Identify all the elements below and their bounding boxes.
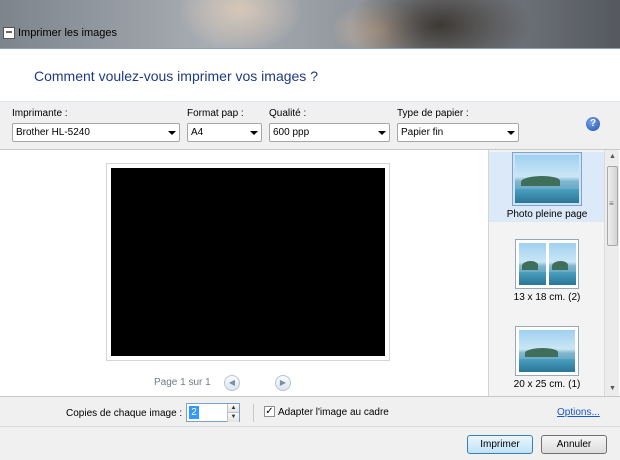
preview-page <box>106 163 390 361</box>
quality-label: Qualité : <box>269 108 307 119</box>
layout-item-20x25[interactable]: 20 x 25 cm. (1) <box>489 326 604 396</box>
previous-page-button[interactable]: ◀ <box>224 375 240 391</box>
copies-label: Copies de chaque image : <box>66 408 183 419</box>
chevron-down-icon <box>507 131 515 135</box>
paper-size-label: Format pap : <box>187 108 244 119</box>
fit-to-frame-label[interactable]: Adapter l'image au cadre <box>278 407 389 418</box>
page-indicator: Page 1 sur 1 <box>154 377 211 388</box>
printer-select-value: Brother HL-5240 <box>16 127 90 138</box>
cancel-button[interactable]: Annuler <box>541 435 607 454</box>
window-titlebar: Imprimer les images <box>0 22 620 44</box>
layout-thumbnail <box>512 152 582 206</box>
portrait-thumbnail-icon <box>549 243 576 285</box>
content-area: Page 1 sur 1 ◀ ▶ Photo pleine page 13 x … <box>0 149 620 397</box>
landscape-thumbnail-icon <box>519 330 575 372</box>
next-page-button[interactable]: ▶ <box>275 375 291 391</box>
dialog-footer: Imprimer Annuler <box>0 426 620 460</box>
scroll-down-arrow-icon[interactable]: ▼ <box>605 382 620 396</box>
print-pictures-dialog: Comment voulez-vous imprimer vos images … <box>0 48 620 460</box>
preview-pager: Page 1 sur 1 ◀ ▶ <box>0 373 488 393</box>
layout-label: 13 x 18 cm. (2) <box>513 292 581 303</box>
paper-type-select-value: Papier fin <box>401 127 444 138</box>
print-options-row: Imprimante : Brother HL-5240 Format pap … <box>0 108 620 146</box>
scroll-up-arrow-icon[interactable]: ▲ <box>605 150 620 164</box>
printer-app-icon <box>3 27 15 39</box>
paper-type-label: Type de papier : <box>397 108 469 119</box>
scrollbar-thumb[interactable] <box>607 166 618 246</box>
layout-item-13x18[interactable]: 13 x 18 cm. (2) <box>489 239 604 309</box>
print-preview-area: Page 1 sur 1 ◀ ▶ <box>0 150 488 396</box>
layout-label: Photo pleine page <box>506 209 588 220</box>
help-icon[interactable]: ? <box>586 117 600 131</box>
preview-image <box>111 168 385 356</box>
dialog-header: Comment voulez-vous imprimer vos images … <box>0 49 620 102</box>
layout-thumbnail <box>515 326 579 376</box>
paper-type-select[interactable]: Papier fin <box>397 123 519 142</box>
window-title: Imprimer les images <box>18 27 118 39</box>
fit-to-frame-checkbox[interactable]: ✓ <box>264 406 275 417</box>
quality-select[interactable]: 600 ppp <box>269 123 390 142</box>
copies-input[interactable]: 2 <box>189 406 199 419</box>
quality-select-value: 600 ppp <box>273 127 310 138</box>
layout-scrollbar[interactable]: ▲ ▼ <box>604 150 619 396</box>
dialog-question: Comment voulez-vous imprimer vos images … <box>34 68 318 84</box>
decrement-arrow-icon[interactable]: ▼ <box>227 413 239 422</box>
printer-label: Imprimante : <box>12 108 68 119</box>
landscape-thumbnail-icon <box>515 155 579 203</box>
layout-label: 20 x 25 cm. (1) <box>513 379 581 390</box>
layout-item-full-page[interactable]: Photo pleine page <box>489 152 604 222</box>
paper-size-select-value: A4 <box>191 127 204 138</box>
paper-size-select[interactable]: A4 <box>187 123 262 142</box>
copies-stepper[interactable]: 2 ▲ ▼ <box>186 403 240 422</box>
chevron-down-icon <box>378 131 386 135</box>
chevron-down-icon <box>250 131 258 135</box>
divider <box>253 404 254 422</box>
portrait-thumbnail-icon <box>519 243 546 285</box>
layout-list: Photo pleine page 13 x 18 cm. (2) 20 x 2… <box>488 150 604 396</box>
copies-row: Copies de chaque image : 2 ▲ ▼ ✓ Adapter… <box>0 400 620 426</box>
print-button[interactable]: Imprimer <box>467 435 533 454</box>
layout-thumbnail <box>515 239 579 289</box>
options-link[interactable]: Options... <box>557 407 600 418</box>
chevron-down-icon <box>168 131 176 135</box>
printer-select[interactable]: Brother HL-5240 <box>12 123 180 142</box>
increment-arrow-icon[interactable]: ▲ <box>227 404 239 413</box>
